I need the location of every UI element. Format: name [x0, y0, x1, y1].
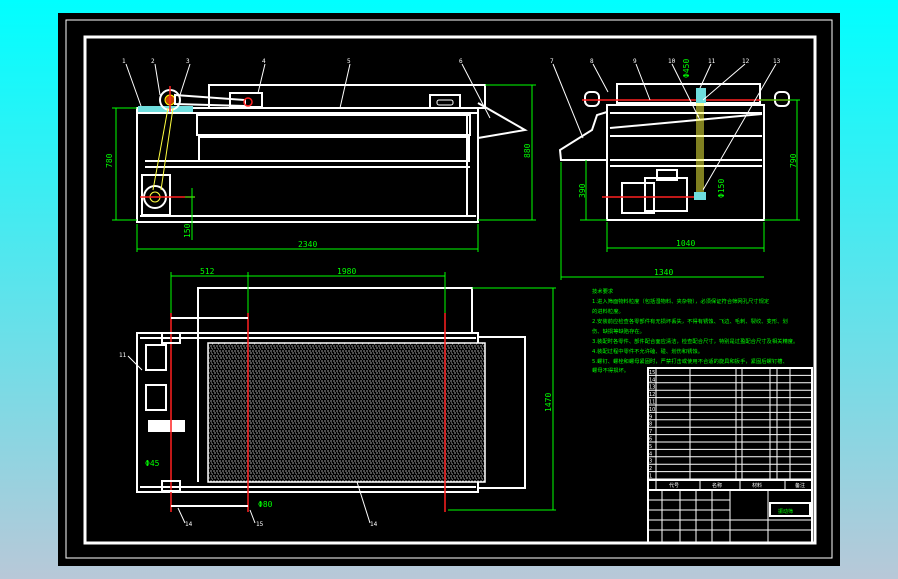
dim-offset: 150 — [183, 223, 192, 238]
table-row-number: 1 — [649, 474, 652, 480]
svg-text:3.装配时各零件、部件配合面应清洁，检查配合尺寸，特别是过盈: 3.装配时各零件、部件配合面应清洁，检查配合尺寸，特别是过盈配合尺寸及相关精度。 — [592, 337, 798, 345]
part-label: 8 — [590, 58, 594, 65]
part-label: 5 — [347, 58, 351, 65]
table-row-number: 4 — [649, 451, 652, 457]
part-label: 11 — [708, 58, 716, 65]
table-row-number: 8 — [649, 422, 652, 428]
dim-height-left: 780 — [105, 153, 114, 168]
table-row-number: 14 — [649, 377, 655, 383]
part-label: 11 — [119, 352, 127, 359]
table-row-number: 7 — [649, 429, 652, 435]
part-label: 1 — [122, 58, 126, 65]
svg-text:备注: 备注 — [795, 482, 805, 489]
svg-text:技术要求: 技术要求 — [592, 287, 614, 295]
svg-text:1.进入筛面物料粒度（包括湿物料、夹杂物），必须保证符合筛网: 1.进入筛面物料粒度（包括湿物料、夹杂物），必须保证符合筛网孔尺寸规定 — [592, 297, 770, 305]
dim-depth: 1470 — [544, 393, 553, 412]
svg-text:代号: 代号 — [669, 482, 679, 489]
svg-text:4.装配过程中零件不允许磕、碰、划伤和锈蚀。: 4.装配过程中零件不允许磕、碰、划伤和锈蚀。 — [592, 347, 703, 355]
part-label: 14 — [185, 521, 193, 528]
svg-text:2.安装前应检查各零部件有无损坏丢失，不得有锈蚀、飞边、毛刺: 2.安装前应检查各零部件有无损坏丢失，不得有锈蚀、飞边、毛刺、裂纹、变形、划 — [592, 317, 788, 325]
screen-mesh — [207, 342, 486, 483]
part-label: 13 — [773, 58, 781, 65]
part-label: 7 — [550, 58, 554, 65]
table-row-number: 9 — [649, 414, 652, 420]
table-row-number: 12 — [649, 392, 655, 398]
dim-pulley-top: Φ450 — [682, 59, 691, 78]
dim-motor-height: 390 — [578, 183, 587, 198]
svg-text:螺母不得损坏。: 螺母不得损坏。 — [592, 366, 629, 374]
part-label: 6 — [459, 58, 463, 65]
svg-text:材料: 材料 — [752, 482, 762, 489]
dim-inner-width: 1040 — [676, 239, 695, 248]
part-label: 3 — [186, 58, 190, 65]
table-row-number: 6 — [649, 437, 652, 443]
part-label: 4 — [262, 58, 266, 65]
drawing-title: 振动筛 — [778, 508, 793, 515]
part-label: 2 — [151, 58, 155, 65]
part-label: 15 — [256, 521, 264, 528]
dim-height-right: 880 — [523, 143, 532, 158]
part-label: 12 — [742, 58, 750, 65]
table-row-number: 2 — [649, 466, 652, 472]
dim-side-height: 790 — [789, 153, 798, 168]
dim-pulley-bottom: Φ150 — [717, 179, 726, 198]
table-row-number: 5 — [649, 444, 652, 450]
part-label: 9 — [633, 58, 637, 65]
dim-overall-width: 1340 — [654, 268, 673, 277]
svg-text:5.螺钉、螺栓和螺母紧固时，严禁打击或使用不合适的旋具和扳手: 5.螺钉、螺栓和螺母紧固时，严禁打击或使用不合适的旋具和扳手，紧固后螺钉槽、 — [592, 357, 788, 365]
table-row-number: 11 — [649, 400, 655, 406]
table-row-number: 10 — [649, 407, 655, 413]
dim-main-span: 1980 — [337, 267, 356, 276]
dim-left-span: 512 — [200, 267, 215, 276]
dim-width: 2340 — [298, 240, 317, 249]
table-row-number: 3 — [649, 459, 652, 465]
part-label: 10 — [668, 58, 676, 65]
table-row-number: 13 — [649, 385, 655, 391]
dim-shaft-small: Φ45 — [145, 459, 160, 468]
svg-text:名称: 名称 — [712, 482, 722, 489]
svg-text:伤、缺损等缺陷存在。: 伤、缺损等缺陷存在。 — [592, 327, 645, 335]
part-label: 14 — [370, 521, 378, 528]
dim-shaft-large: Φ80 — [258, 500, 273, 509]
cad-viewport[interactable]: 780 880 2340 150 1 2 3 4 5 6 790 390 104… — [0, 0, 898, 579]
table-row-number: 15 — [649, 370, 655, 376]
svg-text:的进料粒度。: 的进料粒度。 — [592, 307, 624, 315]
